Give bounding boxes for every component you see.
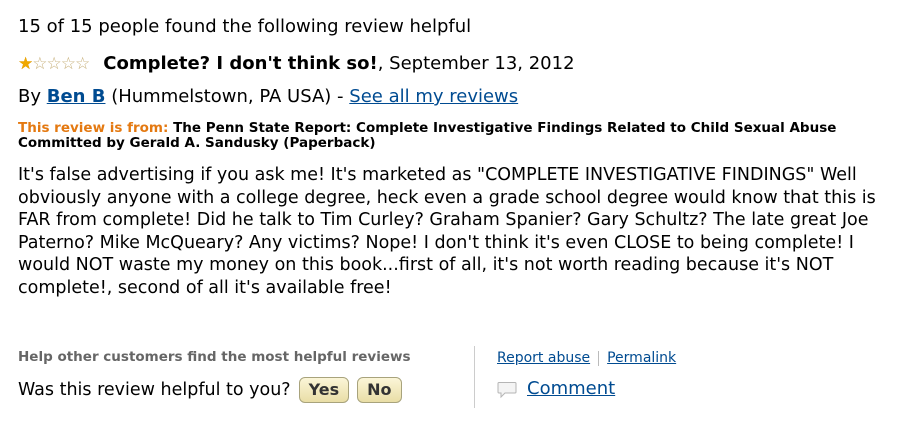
- star-rating: ★ ☆ ☆ ☆ ☆: [18, 53, 90, 74]
- comment-row: Comment: [497, 378, 615, 399]
- star-filled-icon: ★: [18, 53, 33, 74]
- star-empty-icon: ☆: [46, 53, 62, 74]
- helpful-question-row: Was this review helpful to you? Yes No: [18, 377, 402, 403]
- report-abuse-link[interactable]: Report abuse: [497, 350, 590, 366]
- by-label: By: [18, 86, 47, 107]
- review-body: It's false advertising if you ask me! It…: [18, 164, 878, 299]
- comment-bubble-icon: [497, 381, 517, 398]
- review-title: Complete? I don't think so!: [103, 53, 378, 74]
- star-empty-icon: ☆: [32, 53, 47, 74]
- review-date: , September 13, 2012: [377, 53, 575, 74]
- no-button[interactable]: No: [357, 377, 402, 403]
- author-link[interactable]: Ben B: [47, 86, 106, 107]
- review-from-label: This review is from:: [18, 120, 169, 136]
- review-source: This review is from: The Penn State Repo…: [18, 121, 880, 151]
- see-all-reviews-link[interactable]: See all my reviews: [349, 86, 518, 107]
- star-empty-icon: ☆: [60, 53, 76, 74]
- vertical-divider: [474, 346, 475, 408]
- review-title-row: ★ ☆ ☆ ☆ ☆ Complete? I don't think so!, Septe…: [18, 53, 575, 75]
- review-actions: Report abuse Permalink: [497, 350, 676, 366]
- review-text: It's false advertising if you ask me! It…: [18, 165, 876, 298]
- byline: By Ben B (Hummelstown, PA USA) - See all…: [18, 86, 518, 108]
- helpful-question: Was this review helpful to you?: [18, 380, 291, 400]
- feedback-heading: Help other customers find the most helpf…: [18, 349, 411, 365]
- yes-button[interactable]: Yes: [298, 377, 350, 403]
- helpful-count-text: 15 of 15 people found the following revi…: [18, 16, 472, 37]
- star-empty-icon: ☆: [75, 53, 90, 74]
- link-separator: [598, 350, 600, 366]
- permalink-link[interactable]: Permalink: [607, 350, 676, 366]
- comment-link[interactable]: Comment: [527, 378, 615, 399]
- author-location: (Hummelstown, PA USA) -: [105, 86, 350, 107]
